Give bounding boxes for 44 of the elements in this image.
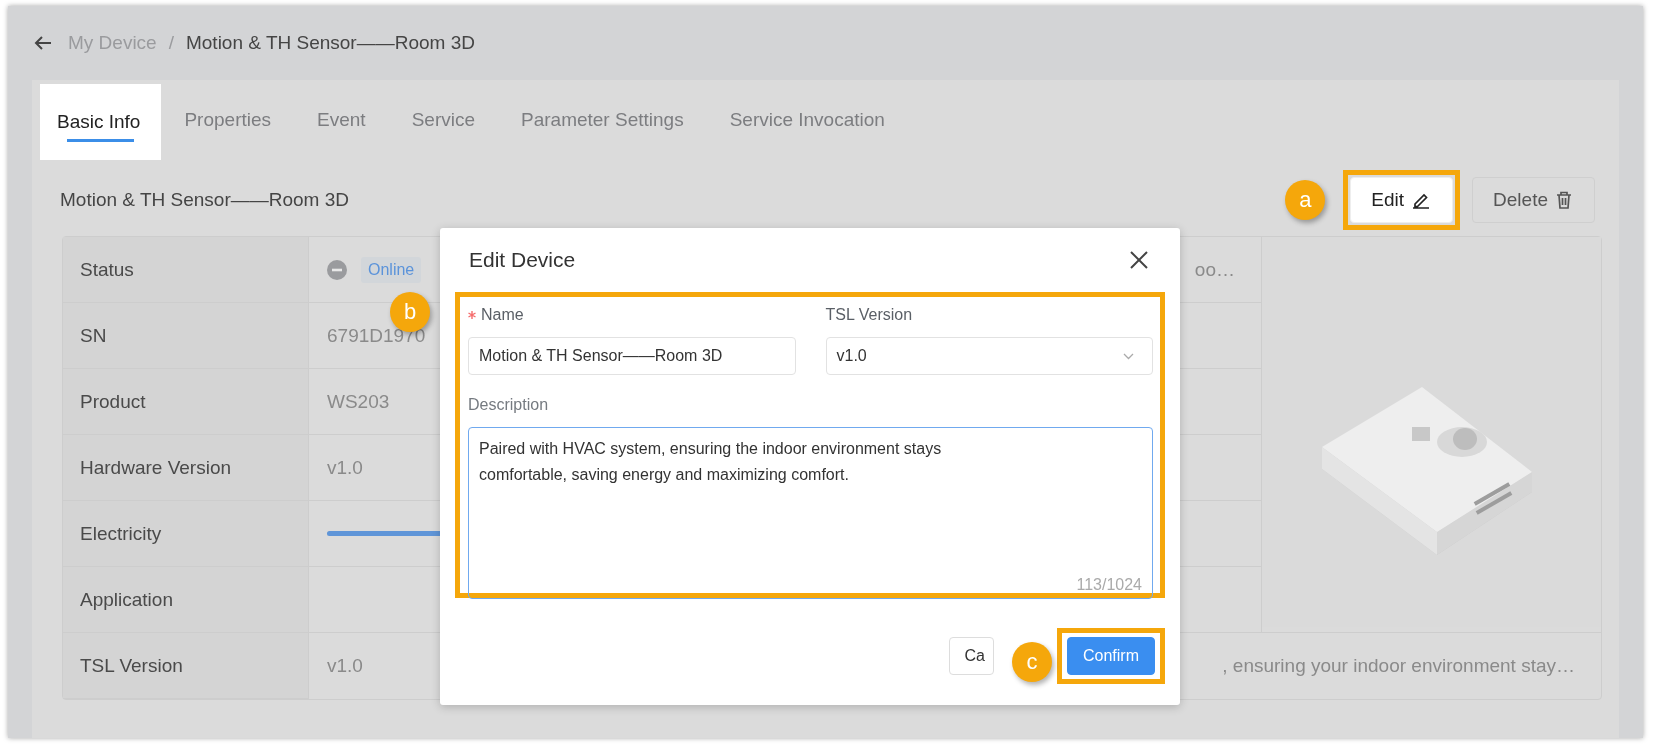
dialog-title: Edit Device [469,248,576,272]
description-field[interactable]: Paired with HVAC system, ensuring the indoor environment stays comfortable, saving energy and maximizing comfort. 113/1024 [468,427,1153,599]
breadcrumb-separator: / [168,32,174,54]
minus-circle-icon [327,259,347,280]
row-label: Product [63,369,309,435]
version-select[interactable]: v1.0 [825,337,1153,375]
row-label: Hardware Version [63,435,309,501]
chevron-down-icon [1123,352,1134,360]
row-label: SN [63,303,309,369]
breadcrumb-current: Motion & TH Sensor——Room 3D [185,32,475,54]
pencil-icon [1412,191,1431,209]
row-label: TSL Version [63,633,309,699]
select-value: v1.0 [836,347,867,365]
tab[interactable]: Basic Info [40,84,162,160]
cancel-button[interactable]: Ca [948,637,994,675]
tab[interactable]: Parameter Settings [498,80,707,160]
field-label: Description [468,396,549,414]
tab[interactable]: Service [388,80,498,160]
callout-badge: c [1012,642,1052,682]
row-label: Status [63,237,309,303]
tab[interactable]: Properties [161,80,295,160]
edit-button[interactable]: Edit [1350,177,1454,223]
tab[interactable]: Service Invocation [706,80,908,160]
field-label: Name [481,306,524,324]
row-value: v1.0 [327,655,363,677]
name-field[interactable]: Motion & TH Sensor——Room 3D [468,337,796,375]
row-label: Application [63,567,309,633]
close-icon[interactable] [1130,251,1148,269]
description-text: Paired with HVAC system, ensuring the indoor environment stays comfortable, saving energy and maximizing comfort. [479,439,943,485]
row-value: WS203 [327,390,390,413]
status-tag: Online [361,256,422,283]
row-label: Electricity [63,501,309,567]
field-label: TSL Version [825,306,913,324]
device-title: Motion & TH Sensor——Room 3D [60,189,349,211]
callout-badge: a [1285,180,1326,220]
tab[interactable]: Event [294,80,389,160]
back-arrow-icon[interactable] [34,35,52,51]
row-value: , ensuring your indoor environment stay… [1222,655,1575,677]
delete-button[interactable]: Delete [1472,177,1595,223]
row-value: v1.0 [327,456,363,479]
row-value: oo… [1194,258,1235,281]
confirm-button[interactable]: Confirm [1067,637,1155,675]
trash-icon [1556,191,1572,209]
character-counter: 113/1024 [1076,576,1142,594]
